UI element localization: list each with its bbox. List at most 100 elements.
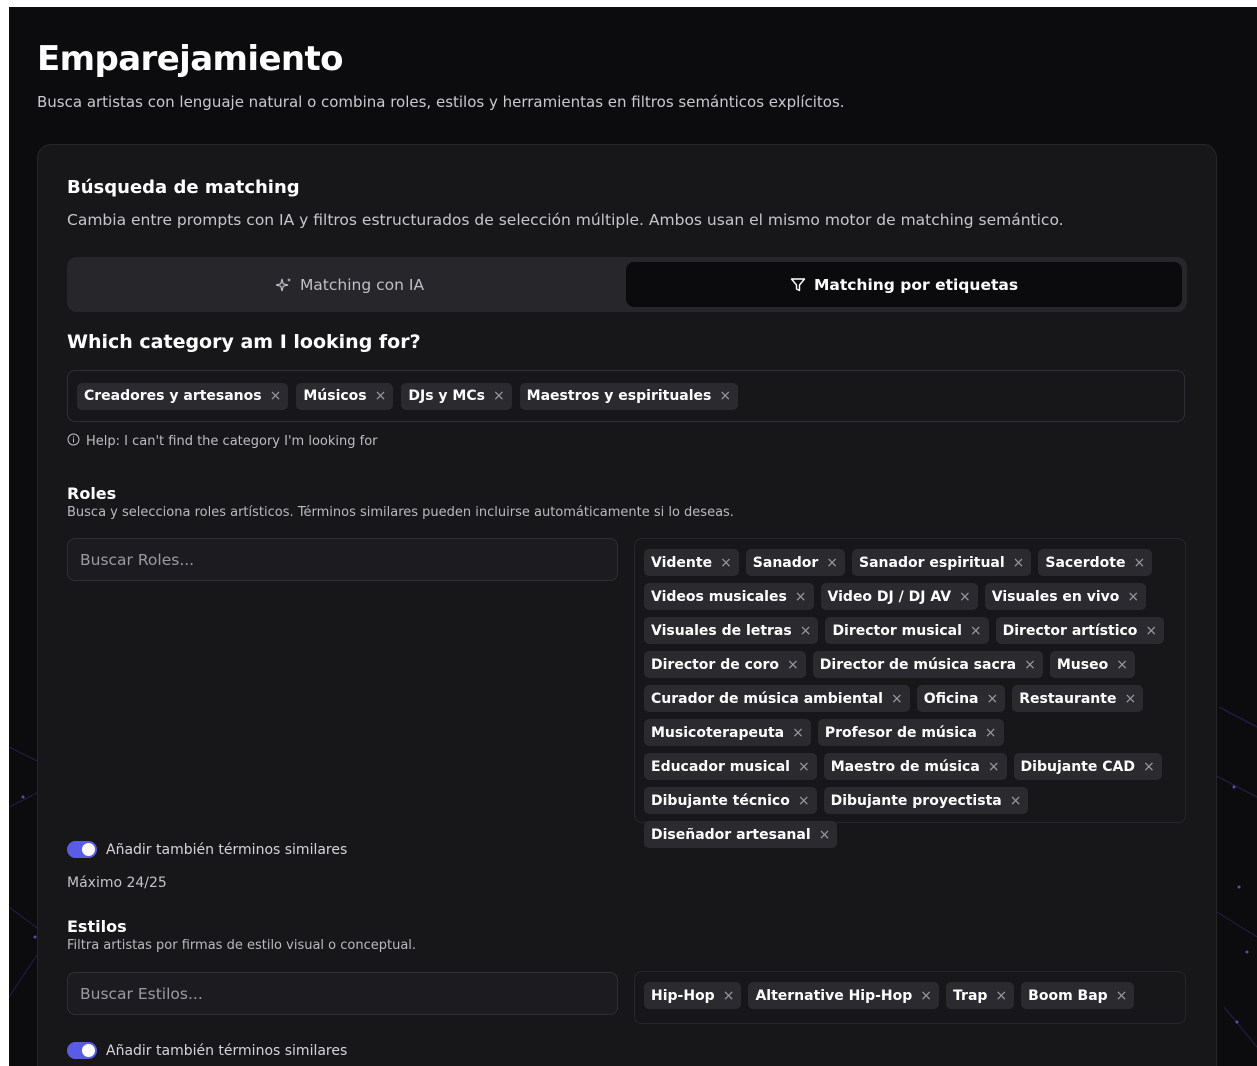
remove-icon[interactable]: × (1127, 589, 1139, 605)
role-chip-label: Director musical (832, 622, 962, 639)
style-chip[interactable]: Hip-Hop × (644, 982, 742, 1009)
tab-matching-ia[interactable]: Matching con IA (72, 262, 628, 307)
styles-description: Filtra artistas por firmas de estilo vis… (67, 938, 417, 953)
mode-segmented-control: Matching con IA Matching por etiquetas (67, 257, 1187, 312)
roles-similar-toggle[interactable] (67, 841, 97, 858)
role-chip[interactable]: Visuales de letras × (644, 617, 819, 644)
remove-icon[interactable]: × (920, 988, 932, 1004)
remove-icon[interactable]: × (795, 589, 807, 605)
role-chip[interactable]: Director de coro × (644, 651, 806, 678)
role-chip[interactable]: Educador musical × (644, 753, 817, 780)
styles-similar-toggle-row: Añadir también términos similares (67, 1042, 347, 1059)
role-chip-label: Video DJ / DJ AV (827, 588, 952, 605)
role-chip[interactable]: Sacerdote × (1038, 549, 1153, 576)
remove-icon[interactable]: × (375, 388, 387, 404)
role-chip[interactable]: Visuales en vivo × (984, 583, 1147, 610)
remove-icon[interactable]: × (970, 623, 982, 639)
styles-title: Estilos (67, 917, 127, 936)
role-chip[interactable]: Video DJ / DJ AV × (820, 583, 978, 610)
remove-icon[interactable]: × (798, 759, 810, 775)
roles-search-input[interactable] (67, 538, 618, 581)
remove-icon[interactable]: × (270, 388, 282, 404)
remove-icon[interactable]: × (1143, 759, 1155, 775)
role-chip-label: Dibujante CAD (1020, 758, 1135, 775)
role-chip[interactable]: Director artístico × (995, 617, 1165, 644)
roles-title: Roles (67, 484, 117, 503)
remove-icon[interactable]: × (995, 988, 1007, 1004)
roles-selected-tags: Vidente × Sanador × Sanador espiritual × Sacer… (634, 538, 1186, 848)
role-chip-label: Dibujante técnico (651, 792, 790, 809)
style-chip-label: Boom Bap (1028, 987, 1108, 1004)
category-chip[interactable]: Músicos × (296, 382, 394, 410)
remove-icon[interactable]: × (1010, 793, 1022, 809)
styles-similar-toggle[interactable] (67, 1042, 97, 1059)
role-chip[interactable]: Diseñador artesanal × (644, 821, 838, 848)
category-help-link[interactable]: Help: I can't find the category I'm look… (67, 433, 378, 450)
tab-matching-etiquetas[interactable]: Matching por etiquetas (626, 262, 1182, 307)
category-chip-label: Creadores y artesanos (84, 388, 262, 404)
role-chip-label: Maestro de música (830, 758, 980, 775)
role-chip-label: Sacerdote (1045, 554, 1126, 571)
category-chip[interactable]: DJs y MCs × (401, 382, 512, 410)
remove-icon[interactable]: × (1133, 555, 1145, 571)
remove-icon[interactable]: × (798, 793, 810, 809)
role-chip[interactable]: Director de música sacra × (812, 651, 1043, 678)
role-chip[interactable]: Museo × (1049, 651, 1135, 678)
role-chip[interactable]: Restaurante × (1012, 685, 1144, 712)
remove-icon[interactable]: × (1124, 691, 1136, 707)
page-title: Emparejamiento (37, 39, 344, 79)
category-chip-input[interactable]: Creadores y artesanos × Músicos × DJs y MCs ×… (67, 370, 1185, 422)
roles-similar-toggle-row: Añadir también términos similares (67, 841, 347, 858)
role-chip[interactable]: Dibujante CAD × (1013, 753, 1162, 780)
category-chip[interactable]: Creadores y artesanos × (77, 382, 289, 410)
tab-matching-etiquetas-label: Matching por etiquetas (813, 275, 1019, 294)
role-chip[interactable]: Sanador × (745, 549, 846, 576)
role-chip[interactable]: Videos musicales × (644, 583, 814, 610)
role-chip[interactable]: Dibujante proyectista × (823, 787, 1029, 814)
role-chip[interactable]: Dibujante técnico × (644, 787, 817, 814)
remove-icon[interactable]: × (826, 555, 838, 571)
remove-icon[interactable]: × (891, 691, 903, 707)
remove-icon[interactable]: × (800, 623, 812, 639)
style-chip[interactable]: Boom Bap × (1021, 982, 1135, 1009)
role-chip[interactable]: Oficina × (916, 685, 1006, 712)
role-chip-label: Director de coro (651, 656, 780, 673)
remove-icon[interactable]: × (1024, 657, 1036, 673)
page-subtitle: Busca artistas con lenguaje natural o co… (37, 93, 845, 111)
role-chip-label: Dibujante proyectista (830, 792, 1002, 809)
remove-icon[interactable]: × (959, 589, 971, 605)
remove-icon[interactable]: × (988, 759, 1000, 775)
role-chip[interactable]: Sanador espiritual × (852, 549, 1032, 576)
remove-icon[interactable]: × (792, 725, 804, 741)
remove-icon[interactable]: × (719, 388, 731, 404)
role-chip-label: Visuales en vivo (991, 588, 1120, 605)
category-chip-label: Maestros y espirituales (526, 388, 712, 404)
remove-icon[interactable]: × (819, 827, 831, 843)
role-chip[interactable]: Director musical × (825, 617, 989, 644)
remove-icon[interactable]: × (1116, 657, 1128, 673)
role-chip[interactable]: Curador de música ambiental × (644, 685, 910, 712)
remove-icon[interactable]: × (1116, 988, 1128, 1004)
remove-icon[interactable]: × (987, 691, 999, 707)
remove-icon[interactable]: × (723, 988, 735, 1004)
remove-icon[interactable]: × (493, 388, 505, 404)
style-chip[interactable]: Alternative Hip-Hop × (748, 982, 940, 1009)
role-chip-label: Visuales de letras (651, 622, 792, 639)
remove-icon[interactable]: × (985, 725, 997, 741)
category-chip[interactable]: Maestros y espirituales × (519, 382, 739, 410)
role-chip[interactable]: Musicoterapeuta × (644, 719, 811, 746)
styles-search-input[interactable] (67, 972, 618, 1015)
remove-icon[interactable]: × (787, 657, 799, 673)
role-chip-label: Musicoterapeuta (651, 724, 785, 741)
style-chip[interactable]: Trap × (946, 982, 1015, 1009)
roles-max-count: Máximo 24/25 (67, 875, 167, 891)
role-chip[interactable]: Maestro de música × (823, 753, 1007, 780)
role-chip[interactable]: Vidente × (644, 549, 739, 576)
remove-icon[interactable]: × (720, 555, 732, 571)
role-chip-label: Curador de música ambiental (651, 690, 883, 707)
category-help-text: Help: I can't find the category I'm look… (86, 434, 378, 449)
remove-icon[interactable]: × (1013, 555, 1025, 571)
roles-description: Busca y selecciona roles artísticos. Tér… (67, 505, 734, 520)
remove-icon[interactable]: × (1145, 623, 1157, 639)
role-chip[interactable]: Profesor de música × (817, 719, 1004, 746)
